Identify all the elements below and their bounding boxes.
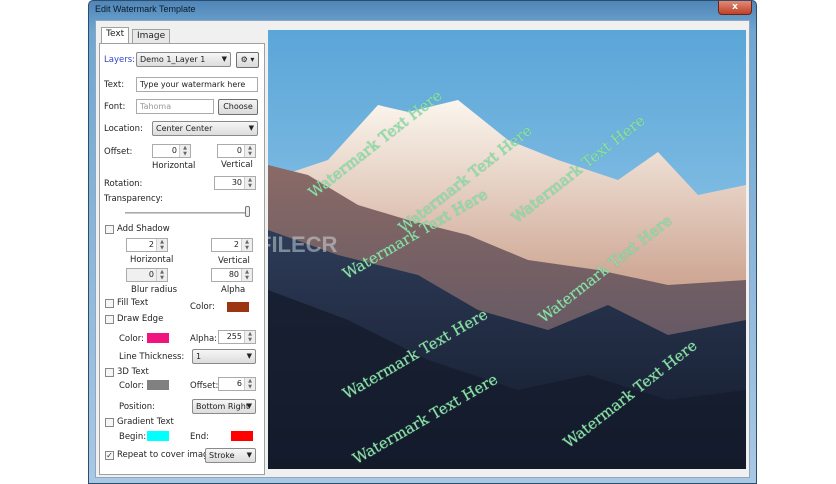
fill-color-label: Color: [190,302,215,312]
location-value: Center Center [156,124,213,133]
horizontal-label: Horizontal [152,161,196,171]
value: 30 [231,178,242,187]
font-label: Font: [104,102,126,112]
spin-arrows-icon[interactable]: ▲ ▼ [244,331,255,343]
spin-arrows-icon[interactable]: ▲ ▼ [244,177,255,189]
line-thickness-select[interactable]: 1 ▼ [192,349,256,364]
line-thickness-label: Line Thickness: [119,352,185,362]
repeat-mode-select[interactable]: Stroke ▼ [205,448,256,463]
3d-offset-label: Offset: [190,381,219,391]
tab-image[interactable]: Image [132,29,171,44]
gradient-end-swatch[interactable] [231,431,253,441]
edge-alpha-label: Alpha: [190,334,218,344]
filecr-watermark-logo: FILECR [268,232,338,257]
edge-color-label: Color: [119,334,144,344]
repeat-label: Repeat to cover image [117,450,214,460]
chevron-down-icon: ▼ [248,124,254,132]
layers-value: Demo 1_Layer 1 [140,55,206,64]
alpha-label: Alpha [221,285,246,295]
3d-position-select[interactable]: Bottom Right ▼ [192,399,256,414]
3d-color-label: Color: [119,381,144,391]
value: 0 [236,146,242,155]
location-select[interactable]: Center Center ▼ [152,121,258,136]
font-input[interactable]: Tahoma [136,99,214,114]
watermark-preview-image: FILECR Watermark Text Here Watermark Tex… [268,30,746,469]
fill-color-swatch[interactable] [227,302,249,312]
fill-text-label: Fill Text [117,298,149,308]
3d-position-label: Position: [119,402,155,412]
fill-text-checkbox[interactable] [105,299,114,308]
edge-color-swatch[interactable] [147,333,169,343]
watermark-text-input[interactable]: Type your watermark here [136,77,258,92]
chevron-down-icon: ▼ [221,55,227,63]
gradient-begin-swatch[interactable] [147,431,169,441]
shadow-vertical-label: Vertical [218,256,250,266]
choose-font-button[interactable]: Choose [218,99,258,115]
window-title: Edit Watermark Template [95,4,196,14]
transparency-slider-handle[interactable] [245,206,250,217]
text-settings-panel: Layers: Demo 1_Layer 1 ▼ ⚙ ▾ Text: Type y… [99,43,265,475]
gradient-text-checkbox[interactable] [105,418,114,427]
spin-arrows-icon[interactable]: ▲ ▼ [179,145,190,157]
spin-arrows-icon[interactable]: ▲ ▼ [244,145,255,157]
3d-offset-spinner[interactable]: 6 ▲ ▼ [218,377,256,391]
mountain-photo [268,100,746,469]
layers-select[interactable]: Demo 1_Layer 1 ▼ [136,52,231,67]
location-label: Location: [104,124,143,134]
value: 255 [226,332,242,341]
offset-vertical-spinner[interactable]: 0 ▲ ▼ [217,144,256,158]
draw-edge-label: Draw Edge [117,314,164,324]
chevron-down-icon: ▼ [246,402,252,410]
chevron-down-icon: ▼ [246,352,252,360]
layers-label: Layers: [104,55,135,65]
spin-arrows-icon[interactable]: ▲ ▼ [241,269,252,281]
offset-horizontal-spinner[interactable]: 0 ▲ ▼ [152,144,191,158]
value: 0 [148,270,154,279]
text-label: Text: [104,80,125,90]
shadow-horizontal-label: Horizontal [130,255,174,265]
vertical-label: Vertical [221,160,253,170]
tab-text[interactable]: Text [101,27,130,43]
gradient-text-label: Gradient Text [117,417,174,427]
3d-color-swatch[interactable] [147,380,169,390]
edge-alpha-spinner[interactable]: 255 ▲ ▼ [218,330,256,344]
gradient-end-label: End: [190,432,210,442]
transparency-slider-track[interactable] [125,212,250,214]
rotation-spinner[interactable]: 30 ▲ ▼ [214,176,256,190]
rotation-label: Rotation: [104,179,143,189]
spin-arrows-icon[interactable]: ▲ ▼ [156,239,167,251]
draw-edge-checkbox[interactable] [105,315,114,324]
dialog-body: Text Image Layers: Demo 1_Layer 1 ▼ ⚙ ▾ T… [95,20,750,478]
3d-text-label: 3D Text [117,367,149,377]
transparency-label: Transparency: [104,194,163,204]
repeat-checkbox[interactable]: ✓ [105,451,114,460]
value: Bottom Right [196,402,249,411]
edit-watermark-dialog: Edit Watermark Template x Text Image Lay… [88,0,757,484]
value: Stroke [209,451,235,460]
gradient-begin-label: Begin: [119,432,147,442]
shadow-alpha-spinner[interactable]: 80 ▲ ▼ [211,268,253,282]
spin-arrows-icon[interactable]: ▲ ▼ [241,239,252,251]
value: 6 [236,379,242,388]
shadow-horizontal-spinner[interactable]: 2 ▲ ▼ [126,238,168,252]
value: 2 [233,240,239,249]
chevron-down-icon: ▼ [246,451,252,459]
add-shadow-checkbox[interactable] [105,225,114,234]
value: 1 [196,352,202,361]
value: 0 [171,146,177,155]
add-shadow-label: Add Shadow [117,224,170,234]
blur-radius-spinner[interactable]: 0 ▲ ▼ [126,268,168,282]
spin-arrows-icon[interactable]: ▲ ▼ [244,378,255,390]
3d-text-checkbox[interactable] [105,368,114,377]
shadow-vertical-spinner[interactable]: 2 ▲ ▼ [211,238,253,252]
blur-radius-label: Blur radius [131,285,178,295]
spin-arrows-icon[interactable]: ▲ ▼ [156,269,167,281]
offset-label: Offset: [104,147,133,157]
close-button[interactable]: x [718,1,752,15]
value: 80 [228,270,239,279]
value: 2 [148,240,154,249]
gear-menu-button[interactable]: ⚙ ▾ [236,52,259,68]
